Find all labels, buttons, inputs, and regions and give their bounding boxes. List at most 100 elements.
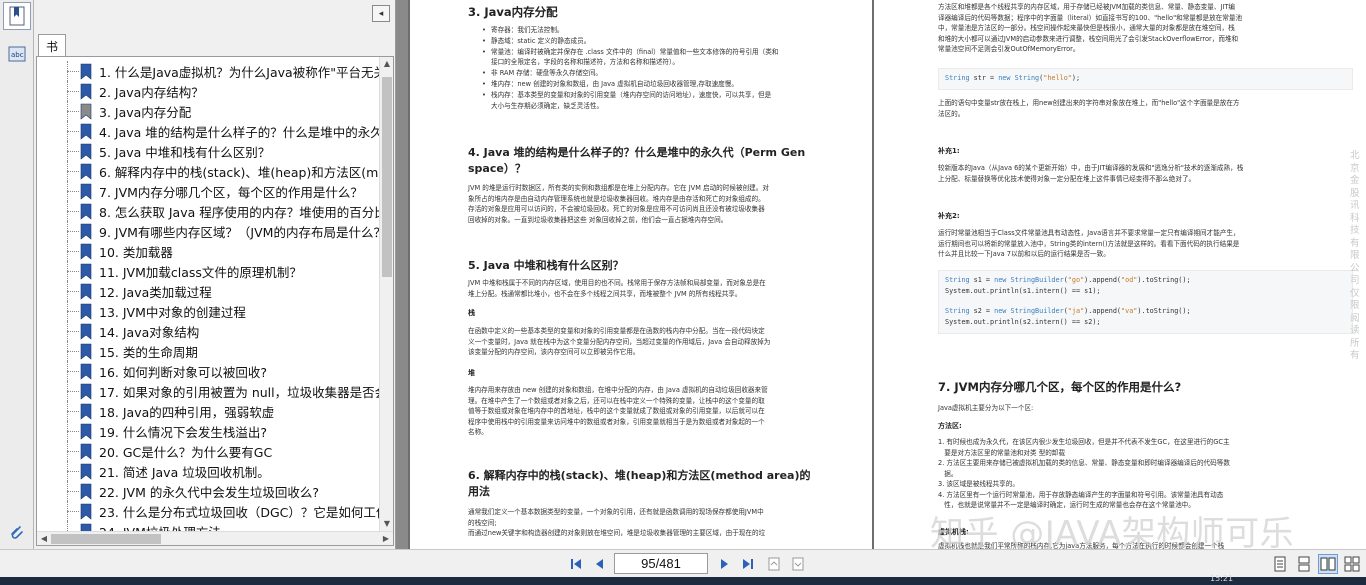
continuous-facing-view-icon[interactable] <box>1342 554 1362 574</box>
tab-bookmarks[interactable]: 书签 <box>38 34 67 71</box>
section-7-intro: Java虚拟机主要分为以下一个区: <box>938 404 1034 412</box>
stack-subheading: 栈 <box>468 309 475 317</box>
section-heading-5: 5. Java 中堆和栈有什么区别？ <box>468 259 624 272</box>
attachments-panel-icon[interactable] <box>3 519 31 547</box>
tree-guide-branch <box>67 451 79 452</box>
bookmark-icon <box>80 83 92 100</box>
section-heading-6: 6. 解释内存中的栈(stack)、堆(heap)和方法区(method are… <box>468 469 811 498</box>
bookmark-item[interactable]: 8. 怎么获取 Java 程序使用的内存？堆使用的百分比？ <box>37 201 380 221</box>
list-item: 常量池：编译时被确定并保存在 .class 文件中的（final）常量值和一些文… <box>482 47 862 58</box>
bookmark-item[interactable]: 19. 什么情况下会发生栈溢出? <box>37 421 380 441</box>
back-view-icon[interactable] <box>764 554 784 574</box>
text-line: 据。 <box>938 469 958 478</box>
bookmark-item[interactable]: 11. JVM加载class文件的原理机制？ <box>37 261 380 281</box>
bookmark-item[interactable]: 18. Java的四种引用，强弱软虚 <box>37 401 380 421</box>
page-number-field[interactable]: 95/481 <box>614 553 708 574</box>
single-page-view-icon[interactable] <box>1270 554 1290 574</box>
code-token: System.out.println(s1.intern() == s1); <box>945 286 1101 295</box>
vertical-scroll-thumb[interactable] <box>382 77 392 277</box>
bookmark-label: 5. Java 中堆和栈有什么区别？ <box>99 145 271 160</box>
bookmark-item[interactable]: 10. 类加载器 <box>37 241 380 261</box>
method-area-paragraph: 方法区和堆都是各个线程共享的内存区域，用于存储已经被JVM加载的类信息、常量、静… <box>938 2 1353 55</box>
section-heading-7: 7. JVM内存分哪几个区，每个区的作用是什么? <box>938 380 1182 394</box>
text-line: 值等于数组或对象在堆内存中的首地址，栈中的这个变量就成了数组或对象的引用变量，以… <box>468 407 765 415</box>
scroll-up-arrow-icon[interactable]: ▲ <box>380 57 393 71</box>
bookmark-label: 8. 怎么获取 Java 程序使用的内存？堆使用的百分比？ <box>99 205 380 220</box>
panel-splitter[interactable] <box>396 0 408 549</box>
bookmark-label: 14. Java对象结构 <box>99 325 200 340</box>
code-token: new <box>994 276 1007 284</box>
bookmark-icon <box>80 123 92 140</box>
bookmark-item[interactable]: 13. JVM中对象的创建过程 <box>37 301 380 321</box>
list-item: 大小与生存期必须确定，缺乏灵活性。 <box>491 101 604 110</box>
text-line: 运行时常量池相当于Class文件常量池具有动态性，Java语言并不要求常量一定只… <box>938 229 1240 237</box>
code-token: new <box>994 307 1007 315</box>
text-line: 方法区和堆都是各个线程共享的内存区域，用于存储已经被JVM加载的类信息、常量、静… <box>938 3 1235 11</box>
code-token: "od" <box>1121 276 1138 284</box>
previous-page-icon[interactable] <box>590 554 610 574</box>
tree-guide-line <box>67 521 68 531</box>
pdf-page-left: 3. Java内存分配 寄存器：我们无法控制。静态域：static 定义的静态成… <box>410 0 872 549</box>
bookmarks-panel-icon[interactable] <box>3 2 31 30</box>
facing-pages-view-icon[interactable] <box>1318 554 1338 574</box>
tree-guide-branch <box>67 511 79 512</box>
bookmark-item[interactable]: 1. 什么是Java虚拟机？为什么Java被称作"平台无关 <box>37 61 380 81</box>
text-line: 译器编译后的代码等数据；程序中的字面量（literal）如直接书写的100、"h… <box>938 13 1243 22</box>
forward-view-icon[interactable] <box>788 554 808 574</box>
bookmark-item[interactable]: 16. 如何判断对象可以被回收? <box>37 361 380 381</box>
text-line: 理。在堆中产生了一个数组或者对象之后，还可以在栈中定义一个特殊的变量，让栈中的这… <box>468 396 765 405</box>
bookmark-item[interactable]: 17. 如果对象的引用被置为 null，垃圾收集器是否会立 <box>37 381 380 401</box>
scroll-left-arrow-icon[interactable]: ◀ <box>37 532 51 545</box>
bookmark-item[interactable]: 5. Java 中堆和栈有什么区别？ <box>37 141 380 161</box>
bookmark-item[interactable]: 22. JVM 的永久代中会发生垃圾回收么? <box>37 481 380 501</box>
collapse-panel-button[interactable]: ◂ <box>372 5 390 22</box>
bookmark-vertical-scrollbar[interactable]: ▲ ▼ <box>379 57 393 531</box>
bookmark-item[interactable]: 24. JVM垃圾处理方法 <box>37 521 380 531</box>
tree-guide-branch <box>67 111 79 112</box>
bookmark-item[interactable]: 3. Java内存分配 <box>37 101 380 121</box>
document-view[interactable]: 3. Java内存分配 寄存器：我们无法控制。静态域：static 定义的静态成… <box>408 0 1366 549</box>
bookmark-icon <box>80 203 92 220</box>
text-line: 堆内存用来存放由 new 创建的对象和数组，在堆中分配的内存，由 Java 虚拟… <box>468 386 768 394</box>
bookmark-item[interactable]: 15. 类的生命周期 <box>37 341 380 361</box>
section-heading-3: 3. Java内存分配 <box>468 5 558 19</box>
continuous-view-icon[interactable] <box>1294 554 1314 574</box>
bookmark-icon <box>80 223 92 240</box>
bookmark-item[interactable]: 9. JVM有哪些内存区域？（JVM的内存布局是什么？） <box>37 221 380 241</box>
bookmark-item[interactable]: 14. Java对象结构 <box>37 321 380 341</box>
first-page-icon[interactable] <box>566 554 586 574</box>
text-line: 存活的对象是应用可以访问的，不会被垃圾回收。死亡的对象是应用不可访问尚且还没有被… <box>468 205 765 213</box>
last-page-icon[interactable] <box>738 554 758 574</box>
text-line: 运行期间也可以将新的常量放入池中，String类的intern()方法就是这样的… <box>938 239 1240 248</box>
bookmark-label: 7. JVM内存分哪几个区，每个区的作用是什么？ <box>99 185 363 200</box>
bookmark-item[interactable]: 4. Java 堆的结构是什么样子的？什么是堆中的永久代 <box>37 121 380 141</box>
bookmark-item[interactable]: 7. JVM内存分哪几个区，每个区的作用是什么？ <box>37 181 380 201</box>
bookmark-item[interactable]: 23. 什么是分布式垃圾回收（DGC）？它是如何工作 <box>37 501 380 521</box>
scroll-right-arrow-icon[interactable]: ▶ <box>379 532 393 545</box>
bookmark-horizontal-scrollbar[interactable]: ◀ ▶ <box>37 531 393 545</box>
scroll-down-arrow-icon[interactable]: ▼ <box>380 517 393 531</box>
bookmark-icon <box>80 263 92 280</box>
list-item: 栈内存：基本类型的变量和对象的引用变量（堆内存空间的访问地址），速度快，可以共享… <box>482 90 862 101</box>
bookmark-label: 17. 如果对象的引用被置为 null，垃圾收集器是否会立 <box>99 385 380 400</box>
text-line: 回收掉的对象。一直到垃圾收集器把这些 对象回收掉之前，他们会一直占据堆内存空间。 <box>468 215 728 224</box>
text-line: 什么并且比较一下Java 7以前和以后的运行结果是否一致。 <box>938 250 1110 258</box>
supplement-1-heading: 补充1: <box>938 147 960 155</box>
bookmark-icon <box>80 183 92 200</box>
bookmark-label: 3. Java内存分配 <box>99 105 192 120</box>
bookmark-panel: ◂ 书签 1. 什么是Java虚拟机？为什么Java被称作"平台无关 2. Jav… <box>34 0 396 549</box>
bookmark-item[interactable]: 20. GC是什么？为什么要有GC <box>37 441 380 461</box>
bookmark-icon <box>80 63 92 80</box>
thumbnails-panel-icon[interactable]: abc <box>3 40 31 68</box>
code-block-intern: String s1 = new StringBuilder("go").appe… <box>938 270 1353 334</box>
horizontal-scroll-thumb[interactable] <box>51 534 161 544</box>
bookmark-item[interactable]: 6. 解释内存中的栈(stack)、堆(heap)和方法区(meth <box>37 161 380 181</box>
bookmark-label: 6. 解释内存中的栈(stack)、堆(heap)和方法区(meth <box>99 165 380 180</box>
next-page-icon[interactable] <box>714 554 734 574</box>
bookmark-item[interactable]: 12. Java类加载过程 <box>37 281 380 301</box>
bookmark-item[interactable]: 2. Java内存结构？ <box>37 81 380 101</box>
bookmark-item[interactable]: 21. 简述 Java 垃圾回收机制。 <box>37 461 380 481</box>
bookmark-label: 9. JVM有哪些内存区域？（JVM的内存布局是什么？） <box>99 225 380 240</box>
code-token: ).append( <box>1084 307 1122 315</box>
text-line: 该变量分配的内存空间，该内存空间可以立即被另作它用。 <box>468 348 640 356</box>
